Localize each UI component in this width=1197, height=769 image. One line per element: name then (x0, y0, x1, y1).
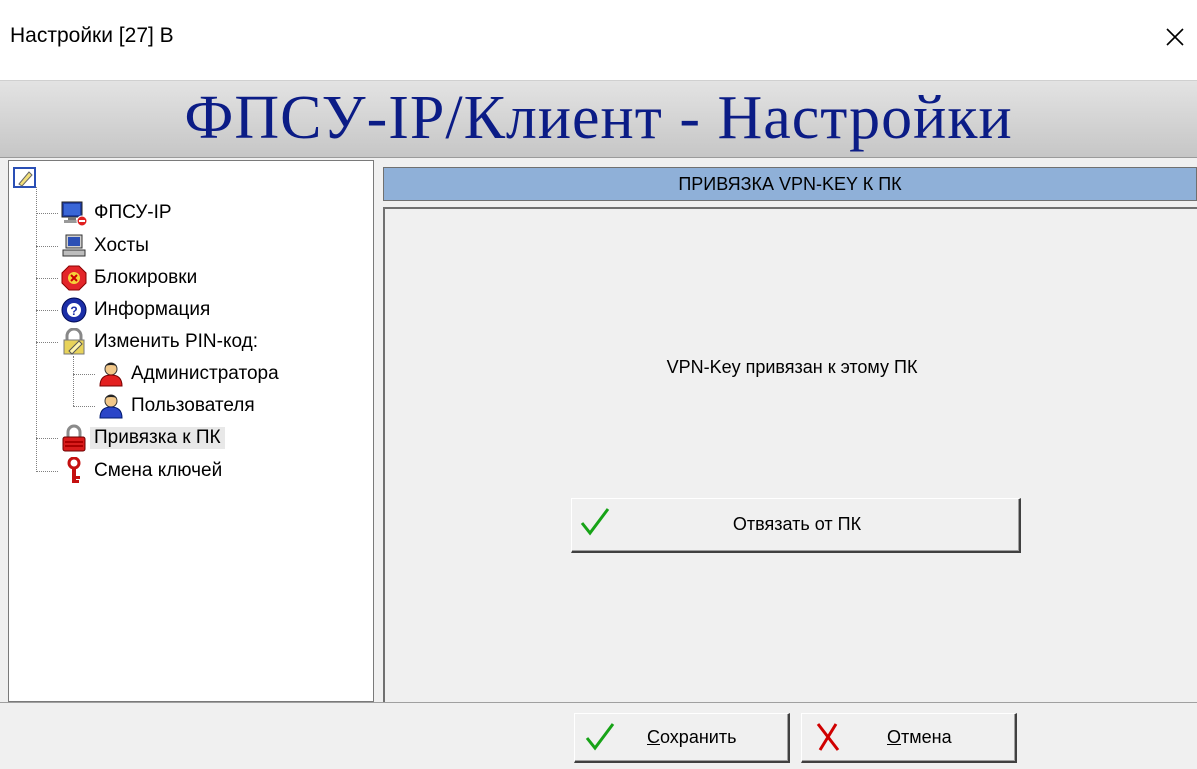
section-header: ПРИВЯЗКА VPN-KEY К ПК (383, 167, 1197, 201)
binding-panel: VPN-Key привязан к этому ПК Отвязать от … (383, 207, 1197, 702)
unbind-button-label: Отвязать от ПК (732, 514, 862, 534)
tree-item-label: Блокировки (94, 267, 198, 288)
tree-item-label: Изменить PIN-код: (94, 331, 259, 352)
key-icon (60, 456, 88, 485)
check-icon (583, 720, 617, 759)
tree-item-label: Информация (94, 299, 211, 320)
save-button-label: Сохранить (647, 727, 737, 747)
computer-icon (60, 232, 88, 260)
tree-item-label: Смена ключей (94, 460, 223, 481)
tree-connector (36, 310, 58, 311)
unbind-button[interactable]: Отвязать от ПК (571, 498, 1021, 553)
svg-text:?: ? (70, 304, 77, 318)
tree-connector (36, 438, 58, 439)
info-icon: ? (60, 296, 88, 324)
cancel-button[interactable]: Отмена (801, 713, 1017, 763)
app-header: ФПСУ-IP/Клиент - Настройки (0, 80, 1197, 158)
tree-item-label: Привязка к ПК (90, 427, 225, 449)
tree-item-label: Администратора (131, 363, 279, 384)
tree-connector (73, 406, 95, 407)
close-icon[interactable] (1160, 22, 1190, 52)
binding-status: VPN-Key привязан к этому ПК (666, 357, 918, 377)
settings-root-icon (13, 167, 37, 197)
tree-connector (36, 471, 58, 472)
tree-connector (73, 374, 95, 375)
tree-connector (36, 342, 58, 343)
user-icon (97, 392, 125, 420)
footer-divider (0, 702, 1197, 703)
window-title: Настройки [27] В (10, 24, 174, 47)
settings-tree: ФПСУ-IP Хосты Блокировки ? Информация Из… (8, 160, 374, 702)
monitor-icon (60, 199, 88, 227)
admin-user-icon (97, 360, 125, 388)
cross-icon (812, 720, 846, 759)
edit-icon (60, 327, 88, 356)
tree-connector (36, 246, 58, 247)
tree-connector (36, 187, 37, 472)
lock-icon (60, 424, 88, 452)
tree-item-label: ФПСУ-IP (94, 202, 172, 223)
tree-item-label: Хосты (94, 235, 149, 256)
tree-item-label: Пользователя (131, 395, 255, 416)
tree-connector (36, 213, 58, 214)
title-bar: Настройки [27] В (0, 0, 1197, 80)
block-icon (60, 264, 88, 292)
save-button[interactable]: Сохранить (574, 713, 790, 763)
app-header-title: ФПСУ-IP/Клиент - Настройки (184, 84, 1013, 152)
tree-connector (73, 356, 74, 406)
tree-connector (36, 278, 58, 279)
cancel-button-label: Отмена (887, 727, 952, 747)
